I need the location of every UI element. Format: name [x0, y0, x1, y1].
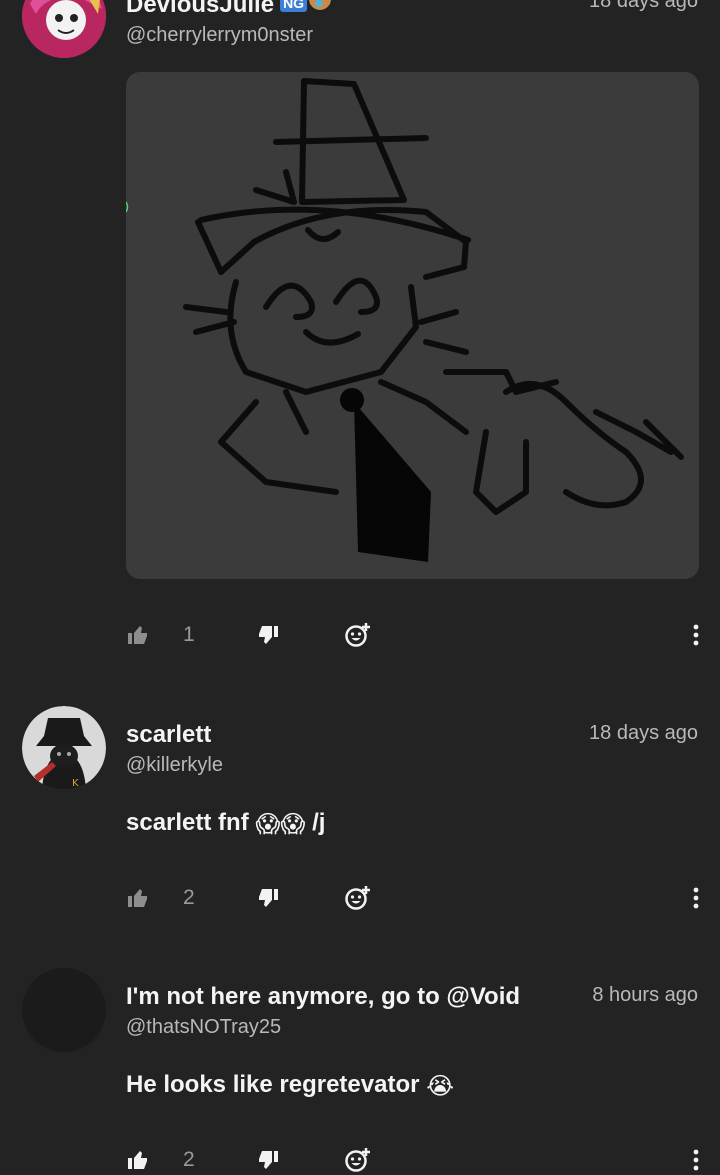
more-options-button[interactable]	[692, 617, 700, 653]
more-options-button[interactable]	[692, 1142, 700, 1175]
thumbs-down-icon	[259, 1151, 278, 1169]
more-vertical-icon	[693, 887, 699, 909]
comment-timestamp: 18 days ago	[589, 722, 698, 744]
comment-author[interactable]: I'm not here anymore, go to @Void	[126, 983, 556, 1011]
thumbs-up-icon	[128, 626, 147, 644]
avatar[interactable]	[22, 968, 106, 1052]
thumbs-down-icon	[259, 889, 278, 907]
comment-author[interactable]: scarlett	[126, 721, 211, 749]
comment-timestamp: 18 days ago	[589, 0, 698, 12]
like-count: 2	[183, 1148, 195, 1171]
comment-actions: 1	[126, 617, 700, 653]
comment-handle[interactable]: @killerkyle	[126, 754, 223, 777]
dislike-button[interactable]	[256, 1142, 280, 1175]
like-button[interactable]	[126, 880, 150, 916]
comments-feed: DeviousJulie NG @cherrylerrym0nster 18 da…	[0, 0, 720, 1175]
wizard-sketch-image	[126, 78, 684, 562]
like-button[interactable]	[126, 1142, 150, 1175]
comment-attached-image[interactable]	[126, 72, 699, 579]
dislike-button[interactable]	[256, 880, 280, 916]
like-button[interactable]	[126, 617, 150, 653]
comment-actions: 2	[126, 1142, 700, 1175]
comment-actions: 2	[126, 880, 700, 916]
comment-handle[interactable]: @cherrylerrym0nster	[126, 24, 313, 47]
like-count: 1	[183, 623, 195, 646]
more-vertical-icon	[693, 624, 699, 646]
emoji: 😱😱	[255, 811, 306, 838]
like-count: 2	[183, 886, 195, 909]
add-reaction-icon	[345, 623, 370, 647]
avatar[interactable]	[22, 0, 106, 58]
comment-handle[interactable]: @thatsNOTray25	[126, 1016, 281, 1039]
add-reaction-button[interactable]	[344, 1142, 372, 1175]
add-reaction-icon	[345, 886, 370, 910]
emoji: 😭	[426, 1073, 455, 1100]
thumbs-down-icon	[259, 626, 278, 644]
thumbs-up-icon	[128, 889, 147, 907]
more-options-button[interactable]	[692, 880, 700, 916]
add-reaction-button[interactable]	[344, 617, 372, 653]
newgrounds-badge-icon: NG	[280, 0, 308, 12]
svg-text:K: K	[72, 778, 79, 789]
add-reaction-icon	[345, 1148, 370, 1172]
palette-badge-icon	[309, 0, 332, 10]
add-reaction-button[interactable]	[344, 880, 372, 916]
avatar[interactable]: K	[22, 706, 106, 790]
thumbs-up-icon	[128, 1151, 147, 1169]
comment-author[interactable]: DeviousJulie NG	[126, 0, 332, 19]
comment-text: He looks like regretevator 😭	[126, 1071, 455, 1100]
comment-text: scarlett fnf 😱😱 /j	[126, 809, 326, 838]
comment-timestamp: 8 hours ago	[592, 984, 698, 1006]
dislike-button[interactable]	[256, 617, 280, 653]
more-vertical-icon	[693, 1149, 699, 1171]
